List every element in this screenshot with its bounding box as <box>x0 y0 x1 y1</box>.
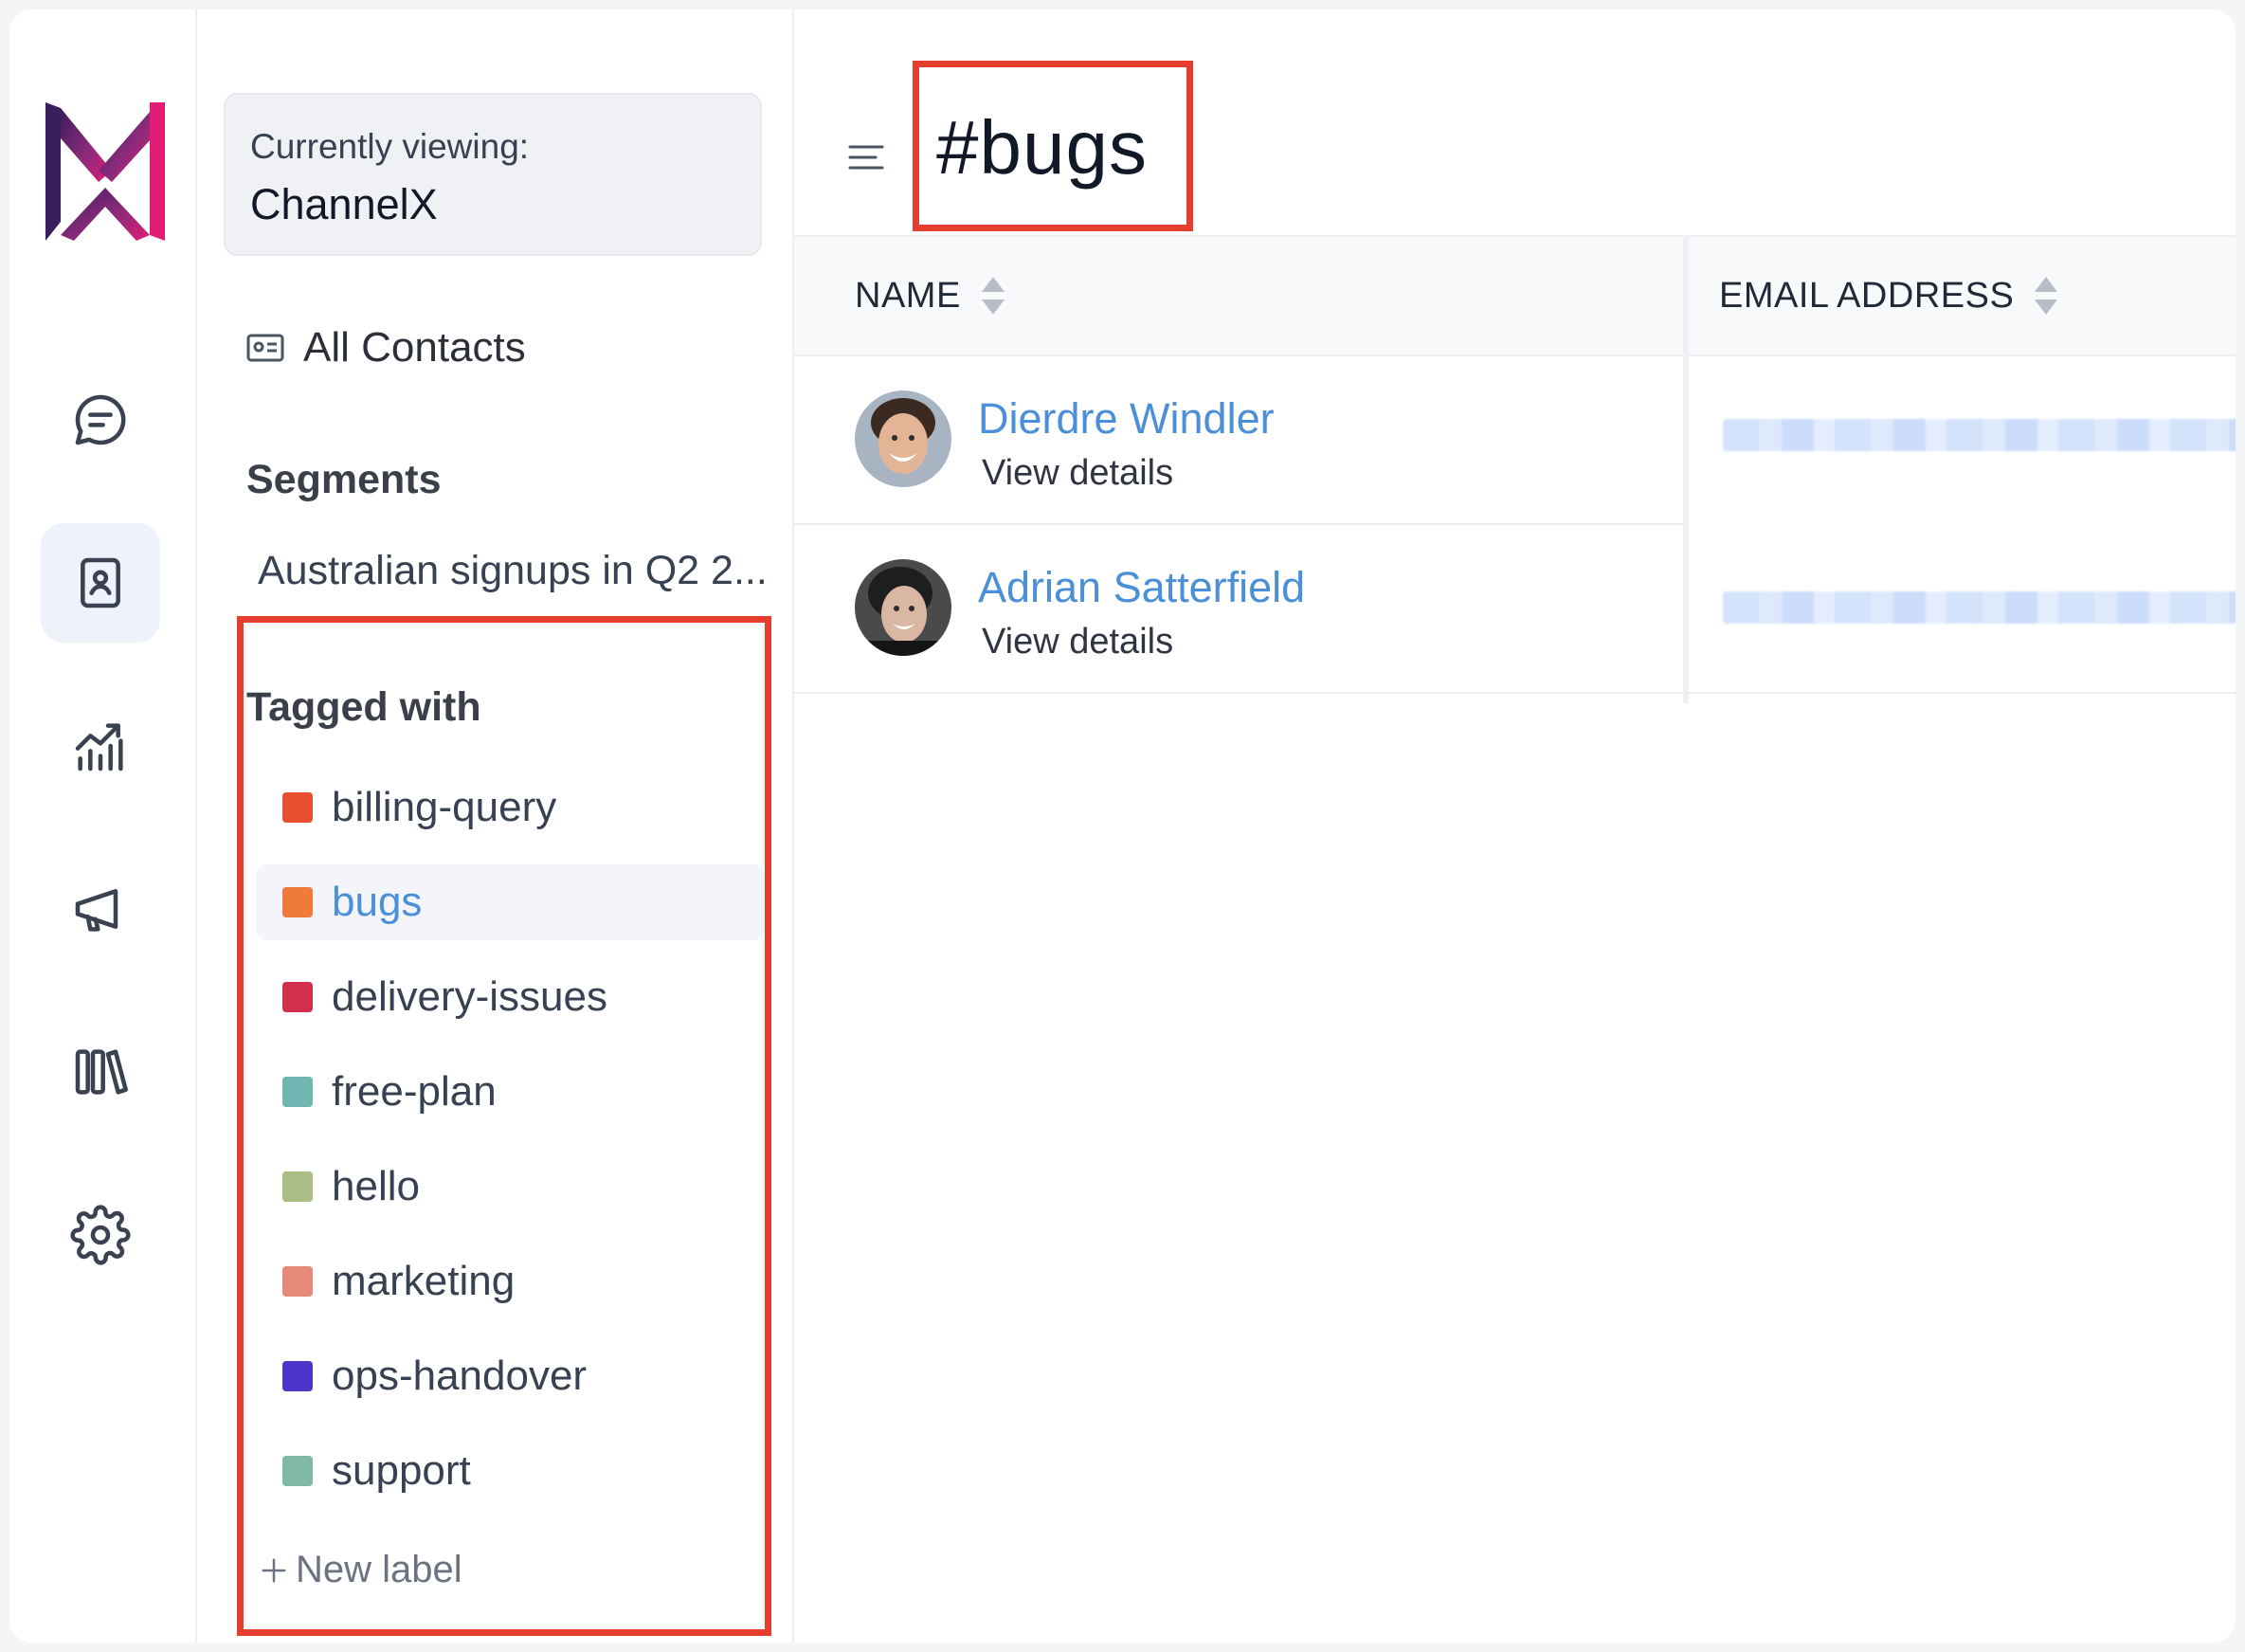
tag-color-swatch <box>282 1361 313 1391</box>
contact-name[interactable]: Dierdre Windler <box>978 394 1275 444</box>
viewing-label: Currently viewing: <box>250 127 530 166</box>
view-details-link[interactable]: View details <box>982 453 1173 494</box>
tag-label: ops-handover <box>332 1352 588 1399</box>
column-header-email[interactable]: EMAIL ADDRESS <box>1719 237 2059 354</box>
table-header: NAME EMAIL ADDRESS <box>794 235 2236 356</box>
table-row[interactable]: Dierdre Windler View details <box>794 354 1683 525</box>
tag-label: marketing <box>332 1258 516 1304</box>
tag-item-bugs[interactable]: bugs <box>256 864 764 940</box>
chart-icon <box>75 723 123 772</box>
sort-icon <box>981 277 1005 315</box>
workspace-switcher[interactable]: Currently viewing: ChannelX <box>224 93 762 256</box>
tag-color-swatch <box>282 1171 313 1202</box>
app-window: Currently viewing: ChannelX All Contacts… <box>9 9 2236 1643</box>
menu-toggle-icon[interactable] <box>847 142 885 172</box>
tag-label: bugs <box>332 879 423 925</box>
tag-item-delivery-issues[interactable]: delivery-issues <box>256 959 764 1035</box>
conversations-nav-button[interactable] <box>41 360 160 480</box>
tag-item-billing-query[interactable]: billing-query <box>256 770 764 845</box>
gear-icon <box>70 1205 131 1265</box>
tag-color-swatch <box>282 982 313 1012</box>
workspace-name: ChannelX <box>250 180 438 228</box>
library-nav-button[interactable] <box>41 1012 160 1132</box>
tag-color-swatch <box>282 1077 313 1107</box>
contacts-sidebar: Currently viewing: ChannelX All Contacts… <box>197 9 794 1643</box>
sort-icon <box>2035 277 2058 315</box>
tag-item-free-plan[interactable]: free-plan <box>256 1054 764 1130</box>
column-header-label: NAME <box>855 275 961 316</box>
tag-color-swatch <box>282 1456 313 1486</box>
tagged-with-heading: Tagged with <box>246 684 481 730</box>
segment-item[interactable]: Australian signups in Q2 2... <box>258 548 788 594</box>
page-title: #bugs <box>936 105 1148 190</box>
tag-label: support <box>332 1447 471 1494</box>
id-card-icon <box>246 334 284 362</box>
tag-color-swatch <box>282 792 313 823</box>
tag-label: hello <box>332 1163 420 1209</box>
contact-book-icon <box>81 557 120 608</box>
reports-nav-button[interactable] <box>41 686 160 806</box>
avatar <box>855 390 951 487</box>
contact-name[interactable]: Adrian Satterfield <box>978 563 1305 612</box>
segments-heading: Segments <box>246 457 442 502</box>
plus-icon <box>262 1558 286 1582</box>
tag-item-marketing[interactable]: marketing <box>256 1244 764 1319</box>
tag-color-swatch <box>282 1266 313 1297</box>
column-divider <box>1683 235 1689 703</box>
campaigns-nav-button[interactable] <box>41 849 160 969</box>
tag-label: billing-query <box>332 784 557 830</box>
tag-item-ops-handover[interactable]: ops-handover <box>256 1338 764 1414</box>
tag-color-swatch <box>282 887 313 917</box>
new-label-text: New label <box>296 1549 462 1590</box>
channelx-logo <box>45 102 165 241</box>
avatar <box>855 559 951 656</box>
megaphone-icon <box>75 889 118 932</box>
all-contacts-link[interactable]: All Contacts <box>246 324 526 372</box>
settings-nav-button[interactable] <box>41 1175 160 1295</box>
column-header-name[interactable]: NAME <box>855 237 1006 354</box>
main-content: #bugs NAME EMAIL ADDRESS Dierdre Windler… <box>794 9 2236 1643</box>
view-details-link[interactable]: View details <box>982 622 1173 663</box>
tag-label: free-plan <box>332 1068 497 1115</box>
contacts-nav-button[interactable] <box>41 523 160 643</box>
tag-item-hello[interactable]: hello <box>256 1149 764 1225</box>
tag-item-support[interactable]: support <box>256 1433 764 1509</box>
email-cell-redacted <box>1723 591 2236 624</box>
tag-list: billing-query bugs delivery-issues free-… <box>256 770 764 1528</box>
table-bottom-border <box>794 692 2236 694</box>
chat-bubble-icon <box>75 394 126 445</box>
column-header-label: EMAIL ADDRESS <box>1719 275 2015 316</box>
email-cell-redacted <box>1723 419 2236 451</box>
table-row[interactable]: Adrian Satterfield View details <box>794 523 1683 694</box>
tag-label: delivery-issues <box>332 973 607 1020</box>
library-icon <box>75 1049 128 1095</box>
all-contacts-label: All Contacts <box>303 324 526 371</box>
nav-rail <box>9 9 197 1643</box>
new-label-button[interactable]: New label <box>260 1549 462 1591</box>
